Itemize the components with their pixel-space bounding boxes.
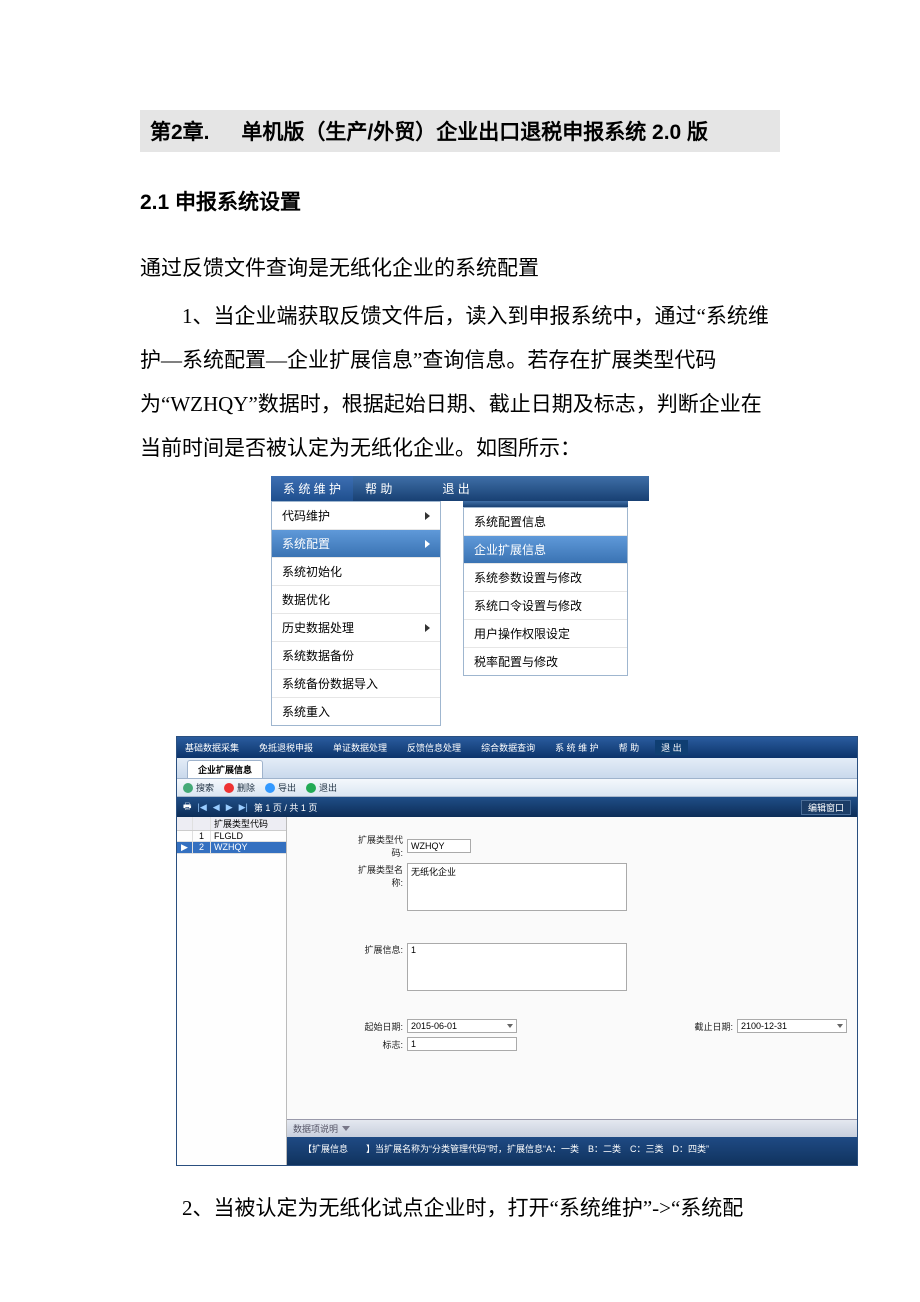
menu-item[interactable]: 系统重入 xyxy=(272,698,440,725)
menubar-help[interactable]: 帮 助 xyxy=(353,476,404,501)
menu-item[interactable]: 用户操作权限设定 xyxy=(464,620,627,648)
menu-item[interactable]: 系统备份数据导入 xyxy=(272,670,440,698)
menu-item[interactable]: 税率配置与修改 xyxy=(464,648,627,675)
search-button[interactable]: 搜索 xyxy=(183,781,214,794)
export-button[interactable]: 导出 xyxy=(265,781,296,794)
menu-item[interactable]: 帮 助 xyxy=(615,740,644,755)
left-grid: 扩展类型代码 1 FLGLD ▶ 2 WZHQY xyxy=(177,817,287,1165)
chevron-right-icon xyxy=(425,624,430,632)
search-icon xyxy=(183,783,193,793)
menu-item[interactable]: 综合数据查询 xyxy=(477,740,539,755)
menu-item[interactable]: 系统配置信息 xyxy=(464,508,627,536)
menu-item[interactable]: 反馈信息处理 xyxy=(403,740,465,755)
chevron-right-icon xyxy=(425,540,430,548)
label-end-date: 截止日期: xyxy=(677,1020,737,1033)
grid-header: 扩展类型代码 xyxy=(177,817,286,831)
label-name: 扩展类型名称: xyxy=(347,863,407,889)
description-toggle[interactable]: 数据项说明 xyxy=(287,1120,857,1137)
menu-item[interactable]: 系统数据备份 xyxy=(272,642,440,670)
field-end-date[interactable]: 2100-12-31 xyxy=(737,1019,847,1033)
prev-page-icon[interactable]: ◀ xyxy=(213,802,220,813)
menu-item[interactable]: 代码维护 xyxy=(272,502,440,530)
delete-button[interactable]: 删除 xyxy=(224,781,255,794)
screenshot-menu: 系 统 维 护 帮 助 退 出 代码维护 系统配置 系统初始化 数据优化 历史数… xyxy=(271,476,649,726)
menu-item[interactable]: 系统口令设置与修改 xyxy=(464,592,627,620)
next-page-icon[interactable]: ▶ xyxy=(226,802,233,813)
field-flag[interactable]: 1 xyxy=(407,1037,517,1051)
dropdown-icon xyxy=(507,1024,513,1028)
chapter-title: 单机版（生产/外贸）企业出口退税申报系统 2.0 版 xyxy=(241,121,708,144)
menu-item[interactable]: 系 统 维 护 xyxy=(551,740,603,755)
pager-bar: 🖶 |◀ ◀ ▶ ▶| 第 1 页 / 共 1 页 编辑窗口 xyxy=(177,797,857,817)
paragraph: 通过反馈文件查询是无纸化企业的系统配置 xyxy=(140,246,780,290)
print-icon[interactable]: 🖶 xyxy=(183,799,192,815)
menu-item[interactable]: 数据优化 xyxy=(272,586,440,614)
dropdown-menu-2: 系统配置信息 企业扩展信息 系统参数设置与修改 系统口令设置与修改 用户操作权限… xyxy=(463,507,628,676)
menubar-exit[interactable]: 退 出 xyxy=(430,476,481,501)
row-indicator-icon: ▶ xyxy=(177,842,193,853)
tab-active[interactable]: 企业扩展信息 xyxy=(187,760,263,778)
exit-button[interactable]: 退出 xyxy=(306,781,337,794)
chevron-down-icon xyxy=(342,1126,350,1131)
menu-item[interactable]: 历史数据处理 xyxy=(272,614,440,642)
label-info: 扩展信息: xyxy=(347,943,407,956)
dropdown-icon xyxy=(837,1024,843,1028)
field-info[interactable]: 1 xyxy=(407,943,627,991)
chapter-heading: 第2章. 单机版（生产/外贸）企业出口退税申报系统 2.0 版 xyxy=(140,110,780,152)
tabbar: 企业扩展信息 xyxy=(177,758,857,779)
dropdown-menu-1: 代码维护 系统配置 系统初始化 数据优化 历史数据处理 系统数据备份 系统备份数… xyxy=(271,501,441,726)
paragraph: 1、当企业端获取反馈文件后，读入到申报系统中，通过“系统维护—系统配置—企业扩展… xyxy=(140,294,780,470)
paragraph: 2、当被认定为无纸化试点企业时，打开“系统维护”->“系统配 xyxy=(140,1186,780,1230)
chevron-right-icon xyxy=(425,512,430,520)
pager-status: 第 1 页 / 共 1 页 xyxy=(254,801,318,814)
menu-item-selected[interactable]: 企业扩展信息 xyxy=(464,536,627,564)
last-page-icon[interactable]: ▶| xyxy=(239,802,248,813)
field-code[interactable]: WZHQY xyxy=(407,839,471,853)
menu-item[interactable]: 基础数据采集 xyxy=(181,740,243,755)
menu-item[interactable]: 系统参数设置与修改 xyxy=(464,564,627,592)
field-start-date[interactable]: 2015-06-01 xyxy=(407,1019,517,1033)
description-text: 【扩展信息 】当扩展名称为“分类管理代码”时，扩展信息“A：一类 B：二类 C：… xyxy=(287,1137,857,1165)
label-start-date: 起始日期: xyxy=(347,1020,407,1033)
exit-icon xyxy=(306,783,316,793)
menu-item[interactable]: 退 出 xyxy=(655,740,688,755)
menubar: 系 统 维 护 帮 助 退 出 xyxy=(271,476,649,501)
delete-icon xyxy=(224,783,234,793)
first-page-icon[interactable]: |◀ xyxy=(198,802,207,813)
menu-item[interactable]: 系统初始化 xyxy=(272,558,440,586)
section-heading: 2.1 申报系统设置 xyxy=(140,186,780,216)
description-panel: 数据项说明 【扩展信息 】当扩展名称为“分类管理代码”时，扩展信息“A：一类 B… xyxy=(287,1119,857,1165)
screenshot-window: 基础数据采集 免抵退税申报 单证数据处理 反馈信息处理 综合数据查询 系 统 维… xyxy=(176,736,858,1166)
chapter-num: 第2章. xyxy=(150,121,210,144)
field-name[interactable]: 无纸化企业 xyxy=(407,863,627,911)
menu-item[interactable]: 免抵退税申报 xyxy=(255,740,317,755)
table-row[interactable]: 1 FLGLD xyxy=(177,831,286,842)
menubar-sysmaint[interactable]: 系 统 维 护 xyxy=(271,476,353,501)
app-menubar: 基础数据采集 免抵退税申报 单证数据处理 反馈信息处理 综合数据查询 系 统 维… xyxy=(177,737,857,758)
export-icon xyxy=(265,783,275,793)
form-area: 扩展类型代码: WZHQY 扩展类型名称: 无纸化企业 扩展信息: 1 xyxy=(287,817,857,1119)
edit-window-button[interactable]: 编辑窗口 xyxy=(801,800,851,815)
label-code: 扩展类型代码: xyxy=(347,833,407,859)
menu-item[interactable]: 单证数据处理 xyxy=(329,740,391,755)
table-row-selected[interactable]: ▶ 2 WZHQY xyxy=(177,842,286,854)
menu-item-selected[interactable]: 系统配置 xyxy=(272,530,440,558)
label-flag: 标志: xyxy=(347,1038,407,1051)
toolbar: 搜索 删除 导出 退出 xyxy=(177,779,857,797)
